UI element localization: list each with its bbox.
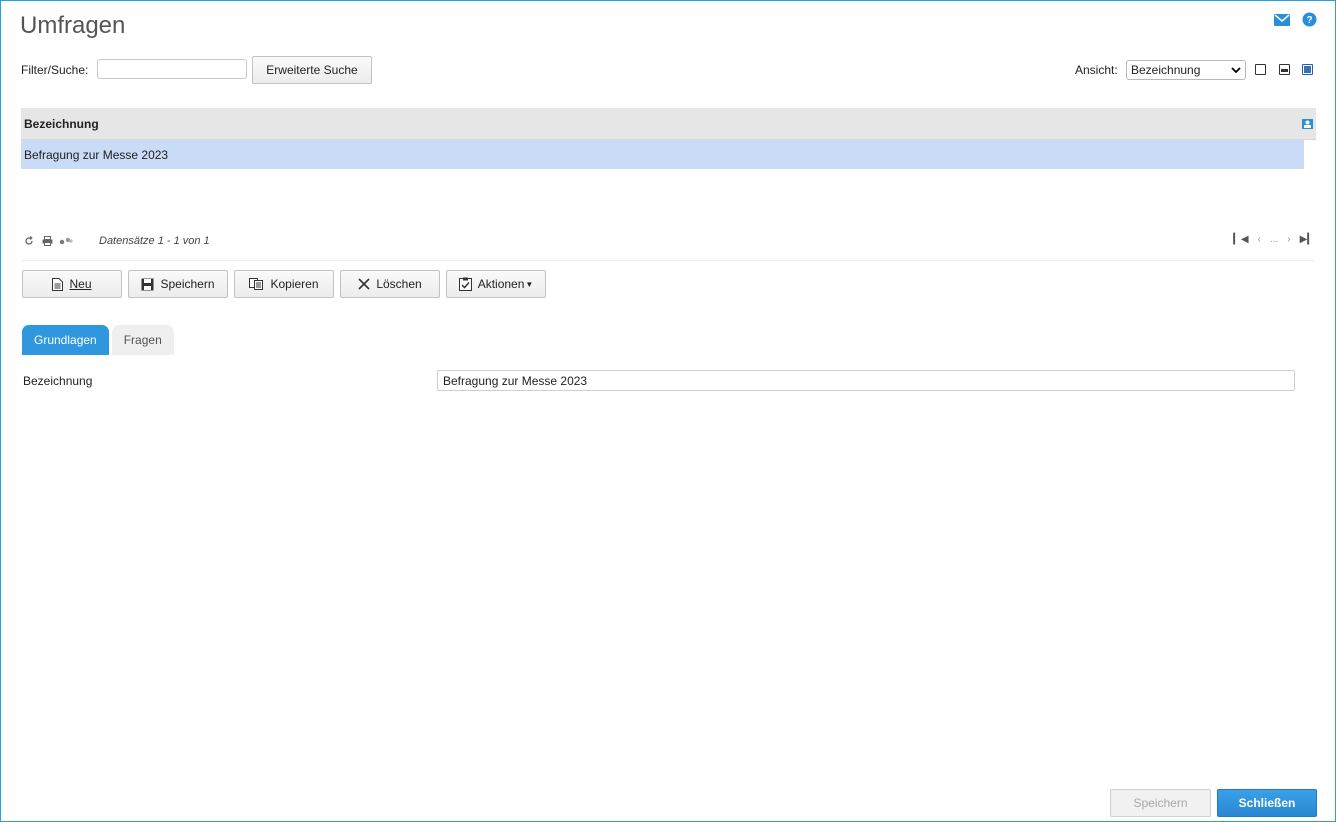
footer-save-button[interactable]: Speichern xyxy=(1110,789,1211,817)
divider xyxy=(21,260,1315,261)
top-icons: ? xyxy=(1274,12,1317,27)
view-select[interactable]: Bezeichnung xyxy=(1126,60,1246,80)
actions-label: Aktionen xyxy=(477,277,525,291)
column-header-bezeichnung[interactable]: Bezeichnung xyxy=(24,117,99,131)
caret-down-icon: ▼ xyxy=(525,279,534,289)
table-cell-bezeichnung: Befragung zur Messe 2023 xyxy=(24,147,169,162)
delete-label: Löschen xyxy=(376,277,422,291)
new-button[interactable]: Neu xyxy=(22,270,122,298)
close-icon xyxy=(358,278,370,290)
document-icon xyxy=(52,277,64,291)
column-chooser-icon[interactable] xyxy=(1302,118,1313,129)
new-label: Neu xyxy=(69,277,92,291)
pager-ellipsis: ... xyxy=(1269,234,1279,245)
records-grid: Bezeichnung Befragung zur Messe 2023 xyxy=(21,108,1316,169)
print-icon[interactable] xyxy=(42,236,53,246)
save-button[interactable]: Speichern xyxy=(128,270,228,298)
clipboard-check-icon xyxy=(458,277,472,291)
view-split-icon[interactable] xyxy=(1279,64,1290,75)
detail-tabs: Grundlagen Fragen xyxy=(22,325,174,355)
copy-icon xyxy=(249,278,264,290)
pager-info: Datensätze 1 - 1 von 1 xyxy=(99,235,210,247)
bezeichnung-label: Bezeichnung xyxy=(23,374,93,388)
mail-icon[interactable] xyxy=(1274,13,1290,26)
copy-button[interactable]: Kopieren xyxy=(234,270,334,298)
help-icon[interactable]: ? xyxy=(1302,12,1317,27)
svg-text:?: ? xyxy=(1306,15,1312,26)
save-label: Speichern xyxy=(160,277,215,291)
tab-grundlagen[interactable]: Grundlagen xyxy=(22,325,109,355)
chevron-down-icon xyxy=(1231,67,1241,73)
advanced-search-button[interactable]: Erweiterte Suche xyxy=(252,56,372,84)
copy-label: Kopieren xyxy=(270,277,319,291)
next-page-icon[interactable]: › xyxy=(1287,234,1290,245)
table-row[interactable]: Befragung zur Messe 2023 xyxy=(21,140,1304,169)
page-title: Umfragen xyxy=(20,12,126,39)
prev-page-icon[interactable]: ‹ xyxy=(1258,234,1261,245)
floppy-disk-icon xyxy=(141,278,154,290)
view-detail-icon[interactable] xyxy=(1302,64,1313,75)
last-page-icon[interactable]: ▶▎ xyxy=(1300,234,1315,245)
export-icon[interactable] xyxy=(59,236,73,246)
filter-row: Filter/Suche: Erweiterte Suche Ansicht: … xyxy=(21,56,1315,84)
view-label: Ansicht: xyxy=(1075,63,1118,77)
filter-label: Filter/Suche: xyxy=(21,63,89,77)
delete-button[interactable]: Löschen xyxy=(340,270,440,298)
close-button[interactable]: Schließen xyxy=(1217,789,1317,817)
view-select-value: Bezeichnung xyxy=(1131,63,1201,77)
grid-header: Bezeichnung xyxy=(21,108,1316,140)
refresh-icon[interactable] xyxy=(24,236,34,246)
pager-nav: ▎◀ ‹ ... › ▶▎ xyxy=(1233,234,1315,245)
window-frame: Umfragen ? Filter/Suche: Erweiterte Such… xyxy=(0,0,1336,822)
first-page-icon[interactable]: ▎◀ xyxy=(1233,234,1248,245)
view-list-icon[interactable] xyxy=(1255,64,1266,75)
filter-search-input[interactable] xyxy=(97,59,247,79)
tab-fragen[interactable]: Fragen xyxy=(111,325,174,355)
bezeichnung-field[interactable]: Befragung zur Messe 2023 xyxy=(437,370,1295,391)
actions-button[interactable]: Aktionen ▼ xyxy=(446,270,546,298)
grid-pager: Datensätze 1 - 1 von 1 ▎◀ ‹ ... › ▶▎ xyxy=(21,233,1315,249)
